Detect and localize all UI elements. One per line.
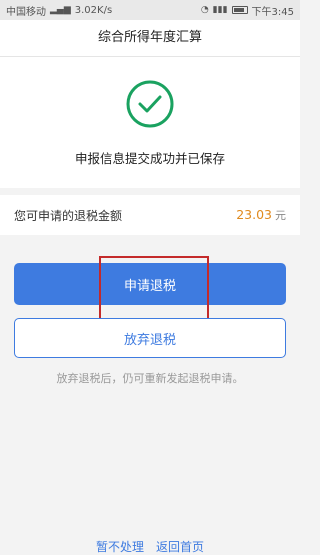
refund-unit: 元 [275,209,286,222]
page-title: 综合所得年度汇算 [0,20,300,57]
status-bar: 中国移动 ▂▄▆ 3.02K/s ◔ ▮▮▮ 下午3:45 [0,0,300,20]
bottom-links: 暂不处理 返回首页 [0,538,300,555]
carrier-name: 中国移动 [6,6,46,18]
apply-refund-button[interactable]: 申请退税 [14,263,286,305]
refund-amount-group: 23.03 元 [236,207,286,223]
later-link[interactable]: 暂不处理 [96,538,144,555]
status-left: 中国移动 ▂▄▆ 3.02K/s [6,3,112,18]
home-link[interactable]: 返回首页 [156,538,204,555]
refund-amount-row: 您可申请的退税金额 23.03 元 [0,195,300,235]
clock-time: 下午3:45 [251,6,294,18]
wifi-icon: ◔ [200,5,209,15]
abandon-refund-button[interactable]: 放弃退税 [14,318,286,358]
network-speed: 3.02K/s [74,4,113,16]
refund-label: 您可申请的退税金额 [14,208,123,223]
check-circle-icon [126,80,174,128]
signal-bars-icon: ▮▮▮ [212,5,228,15]
battery-icon [231,6,248,14]
signal-icon: ▂▄▆ [50,5,71,15]
success-message: 申报信息提交成功并已保存 [74,151,225,166]
abandon-hint: 放弃退税后，仍可重新发起退税申请。 [56,372,244,385]
success-card: 综合所得年度汇算 申报信息提交成功并已保存 [0,20,300,188]
status-right: ◔ ▮▮▮ 下午3:45 [201,3,294,18]
refund-amount: 23.03 [236,207,272,222]
